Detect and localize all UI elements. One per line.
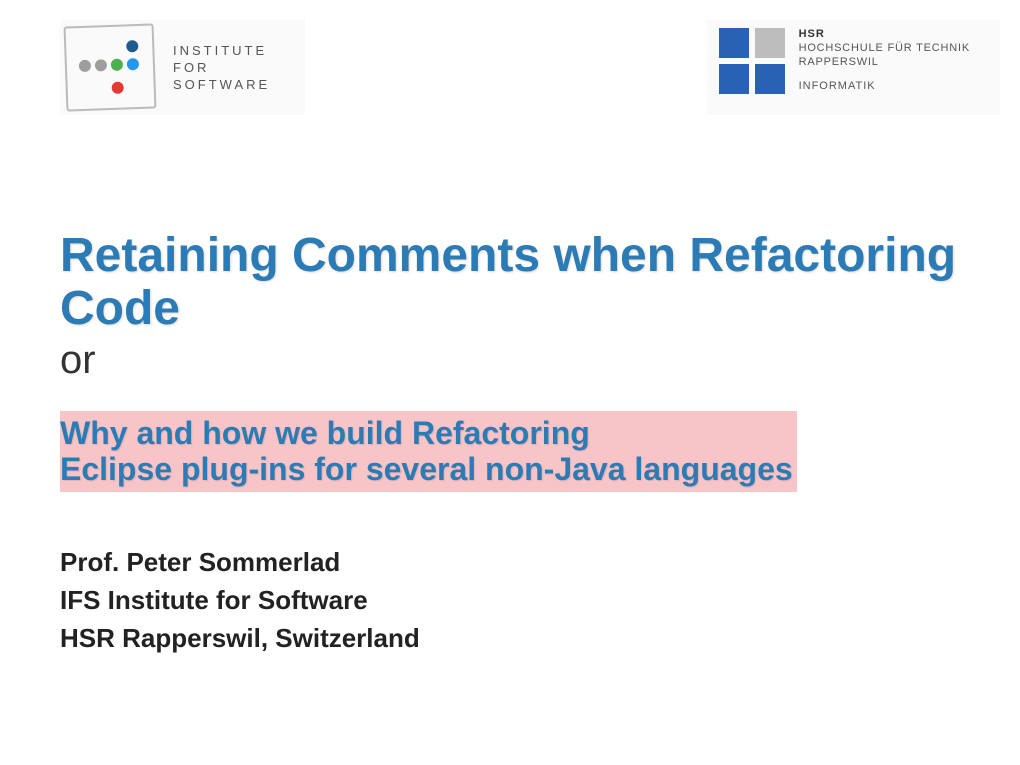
square-icon bbox=[719, 28, 749, 58]
square-icon bbox=[755, 28, 785, 58]
author-affiliation: HSR Rapperswil, Switzerland bbox=[60, 620, 990, 658]
hsr-logo-text: HSR HOCHSCHULE FÜR TECHNIK RAPPERSWIL IN… bbox=[799, 28, 970, 107]
conjunction-text: or bbox=[60, 338, 990, 383]
ifs-logo-text: INSTITUTE FOR SOFTWARE bbox=[173, 43, 270, 92]
dot-icon bbox=[111, 59, 123, 71]
dot-icon bbox=[126, 40, 138, 52]
subtitle-line: Why and how we build Refactoring bbox=[60, 415, 590, 451]
hsr-text-line: RAPPERSWIL bbox=[799, 56, 970, 68]
dot-icon bbox=[95, 59, 107, 71]
dot-icon bbox=[79, 60, 91, 72]
hsr-logo: HSR HOCHSCHULE FÜR TECHNIK RAPPERSWIL IN… bbox=[707, 20, 1000, 115]
subtitle-line: Eclipse plug-ins for several non-Java la… bbox=[60, 451, 793, 487]
square-icon bbox=[719, 64, 749, 94]
main-title: Retaining Comments when Refactoring Code bbox=[60, 230, 990, 336]
author-name: Prof. Peter Sommerlad bbox=[60, 544, 990, 582]
ifs-logo-frame bbox=[64, 23, 157, 111]
header: INSTITUTE FOR SOFTWARE HSR HOCHSCHULE FÜ… bbox=[0, 0, 1020, 115]
hsr-text-line: HOCHSCHULE FÜR TECHNIK bbox=[799, 42, 970, 54]
hsr-text-line: INFORMATIK bbox=[799, 80, 970, 92]
square-icon bbox=[755, 64, 785, 94]
dot-icon bbox=[127, 58, 139, 70]
dot-icon bbox=[112, 82, 124, 94]
ifs-logo: INSTITUTE FOR SOFTWARE bbox=[60, 20, 305, 115]
subtitle-highlight: Why and how we build Refactoring Eclipse… bbox=[60, 411, 797, 493]
author-affiliation: IFS Institute for Software bbox=[60, 582, 990, 620]
author-block: Prof. Peter Sommerlad IFS Institute for … bbox=[60, 544, 990, 657]
hsr-squares-icon bbox=[719, 28, 785, 107]
slide-content: Retaining Comments when Refactoring Code… bbox=[0, 115, 1020, 657]
ifs-text-line: SOFTWARE bbox=[173, 77, 270, 92]
ifs-text-line: FOR bbox=[173, 60, 270, 75]
ifs-text-line: INSTITUTE bbox=[173, 43, 270, 58]
hsr-text-line: HSR bbox=[799, 28, 970, 40]
